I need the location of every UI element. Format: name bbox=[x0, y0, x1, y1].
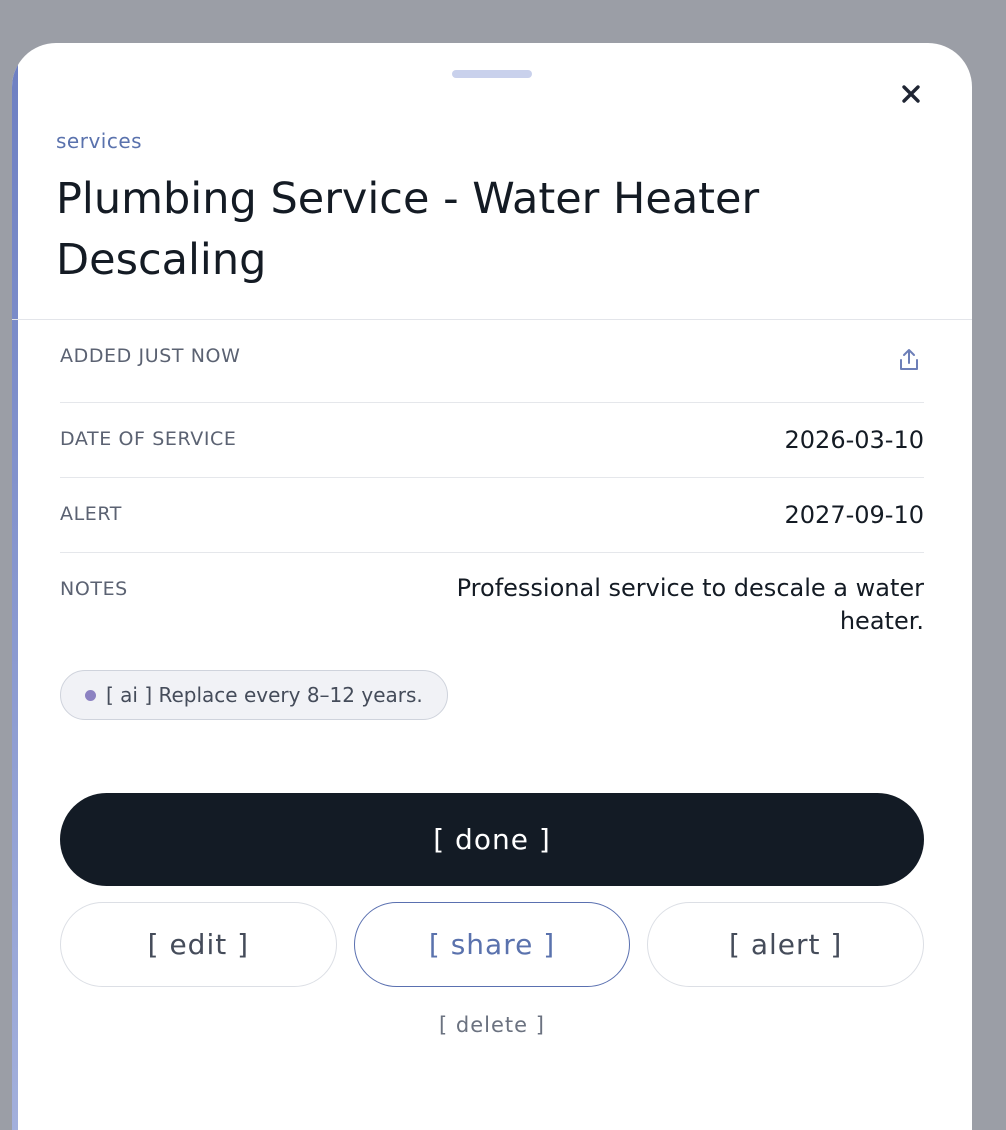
alert-value: 2027-09-10 bbox=[784, 501, 924, 529]
alert-label: ALERT bbox=[60, 503, 123, 525]
category-label: services bbox=[56, 129, 143, 153]
delete-link[interactable]: [ delete ] bbox=[12, 1013, 972, 1037]
alert-button[interactable]: [ alert ] bbox=[647, 902, 925, 987]
close-icon bbox=[902, 85, 920, 103]
date-of-service-label: DATE OF SERVICE bbox=[60, 428, 237, 450]
action-buttons: [ edit ] [ share ] [ alert ] bbox=[60, 902, 925, 987]
ai-status-dot bbox=[85, 689, 96, 701]
date-of-service-value: 2026-03-10 bbox=[784, 426, 924, 454]
ai-hint-text: [ ai ] Replace every 8–12 years. bbox=[106, 683, 423, 707]
close-button[interactable] bbox=[896, 79, 926, 109]
sheet-header: services Plumbing Service - Water Heater… bbox=[12, 43, 972, 320]
alert-row: ALERT 2027-09-10 bbox=[60, 478, 924, 553]
added-row: ADDED JUST NOW bbox=[60, 320, 924, 403]
service-detail-sheet: services Plumbing Service - Water Heater… bbox=[12, 43, 972, 1130]
share-upload-icon[interactable] bbox=[896, 347, 922, 373]
edit-button[interactable]: [ edit ] bbox=[60, 902, 337, 987]
details-list: ADDED JUST NOW DATE OF SERVICE 2026-03-1… bbox=[60, 320, 924, 638]
ai-hint-chip: [ ai ] Replace every 8–12 years. bbox=[60, 670, 448, 720]
done-button[interactable]: [ done ] bbox=[60, 793, 924, 886]
notes-value: Professional service to descale a water … bbox=[456, 574, 924, 635]
notes-label: NOTES bbox=[60, 578, 128, 600]
added-label: ADDED JUST NOW bbox=[60, 345, 241, 367]
date-of-service-row: DATE OF SERVICE 2026-03-10 bbox=[60, 403, 924, 478]
drag-handle[interactable] bbox=[452, 70, 532, 78]
notes-row: NOTES Professional service to descale a … bbox=[60, 553, 924, 638]
page-title: Plumbing Service - Water Heater Descalin… bbox=[56, 174, 760, 285]
share-button[interactable]: [ share ] bbox=[353, 902, 631, 987]
